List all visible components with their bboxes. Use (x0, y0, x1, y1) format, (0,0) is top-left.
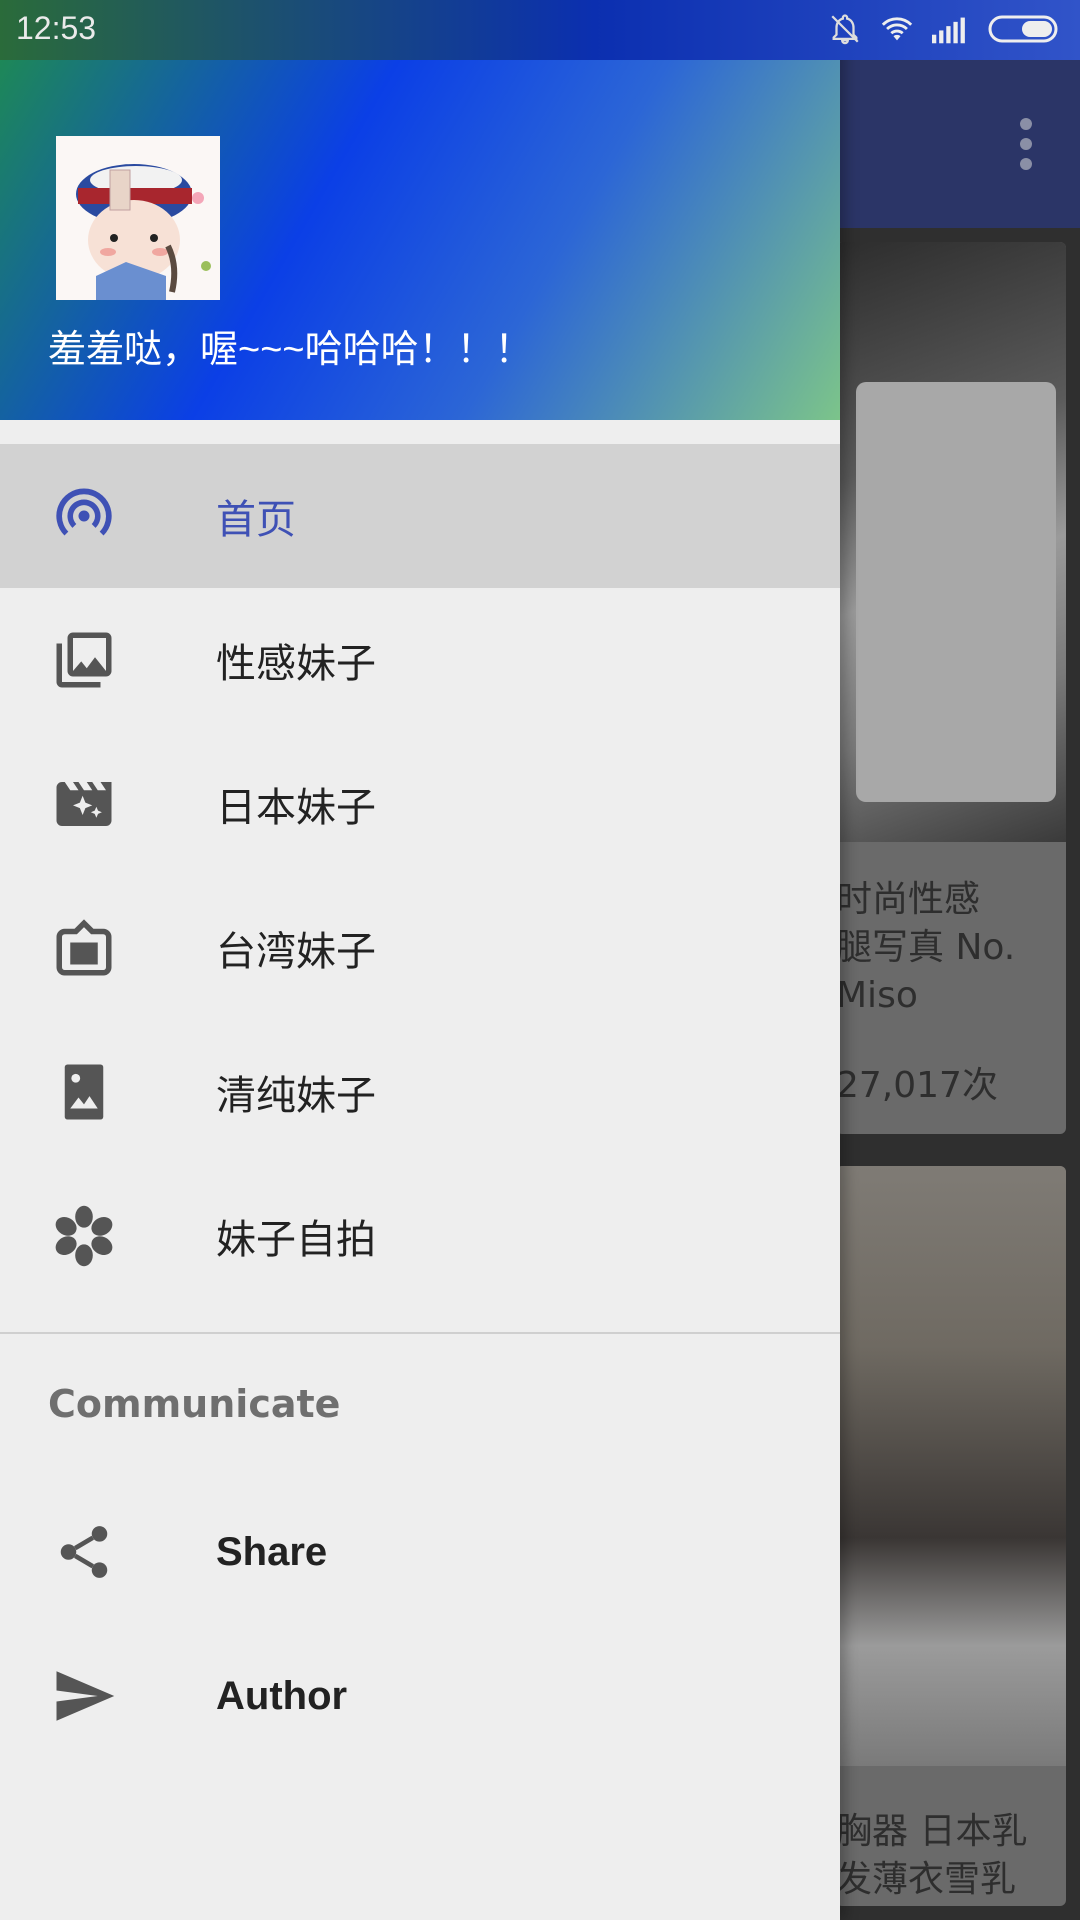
photo-library-icon (48, 624, 120, 696)
card-title-line: Miso (836, 975, 918, 1016)
menu-item-label: 性感妹子 (216, 641, 376, 687)
menu-item-home[interactable]: 首页 (0, 444, 840, 588)
drawer-header: 羞羞哒，喔~~~哈哈哈！！！ (0, 0, 840, 420)
movie-filter-icon (48, 768, 120, 840)
avatar[interactable] (56, 136, 220, 300)
status-time: 12:53 (16, 10, 97, 46)
header-title: 羞羞哒，喔~~~哈哈哈！！！ (48, 329, 533, 371)
menu-item-label: 首页 (216, 497, 296, 543)
menu-item-japan[interactable]: 日本妹子 (0, 732, 840, 876)
card-title-line: 时尚性感 (836, 879, 981, 920)
status-bar: 12:53 (0, 0, 1080, 60)
battery-icon (988, 15, 1058, 43)
wifi-icon (881, 17, 913, 41)
section-title-communicate: Communicate (48, 1382, 341, 1426)
menu-item-label: 台湾妹子 (216, 929, 376, 975)
bell-off-icon (831, 14, 859, 45)
content-card[interactable]: 胸器 日本乳 发薄衣雪乳 (836, 1166, 1066, 1906)
send-icon (48, 1660, 120, 1732)
navigation-drawer: 羞羞哒，喔~~~哈哈哈！！！ 首页 性感妹子 日本妹子 台湾妹子 清纯妹子 妹子… (0, 0, 840, 1920)
menu-item-label: Share (216, 1529, 328, 1574)
menu-item-author[interactable]: Author (0, 1624, 840, 1768)
more-vert-icon[interactable] (1018, 118, 1034, 170)
menu-item-sexy[interactable]: 性感妹子 (0, 588, 840, 732)
broadcast-icon (48, 480, 120, 552)
signal-icon (932, 17, 965, 44)
card-photo (836, 1166, 1066, 1766)
portrait-photo-icon (48, 1056, 120, 1128)
menu-item-taiwan[interactable]: 台湾妹子 (0, 876, 840, 1020)
tv-frame-icon (48, 912, 120, 984)
card-photo (836, 242, 1066, 842)
card-view-count: 27,017次 (836, 1065, 998, 1106)
menu-item-label: Author (216, 1673, 348, 1718)
menu-item-label: 日本妹子 (216, 785, 376, 831)
menu-item-share[interactable]: Share (0, 1480, 840, 1624)
card-title-line: 胸器 日本乳 (836, 1811, 1028, 1852)
status-icons (828, 12, 1062, 46)
content-card[interactable]: 时尚性感 腿写真 No. Miso 27,017次 (836, 242, 1066, 1134)
card-title-line: 发薄衣雪乳 (836, 1859, 1017, 1900)
menu-item-selfie[interactable]: 妹子自拍 (0, 1164, 840, 1308)
menu-divider (0, 1332, 840, 1334)
flower-icon (48, 1200, 120, 1272)
share-icon (48, 1516, 120, 1588)
avatar-image (56, 136, 220, 300)
app-toolbar (840, 60, 1080, 228)
menu-item-label: 清纯妹子 (216, 1073, 376, 1119)
menu-item-label: 妹子自拍 (216, 1217, 376, 1263)
card-title-line: 腿写真 No. (836, 927, 1016, 968)
menu-item-pure[interactable]: 清纯妹子 (0, 1020, 840, 1164)
